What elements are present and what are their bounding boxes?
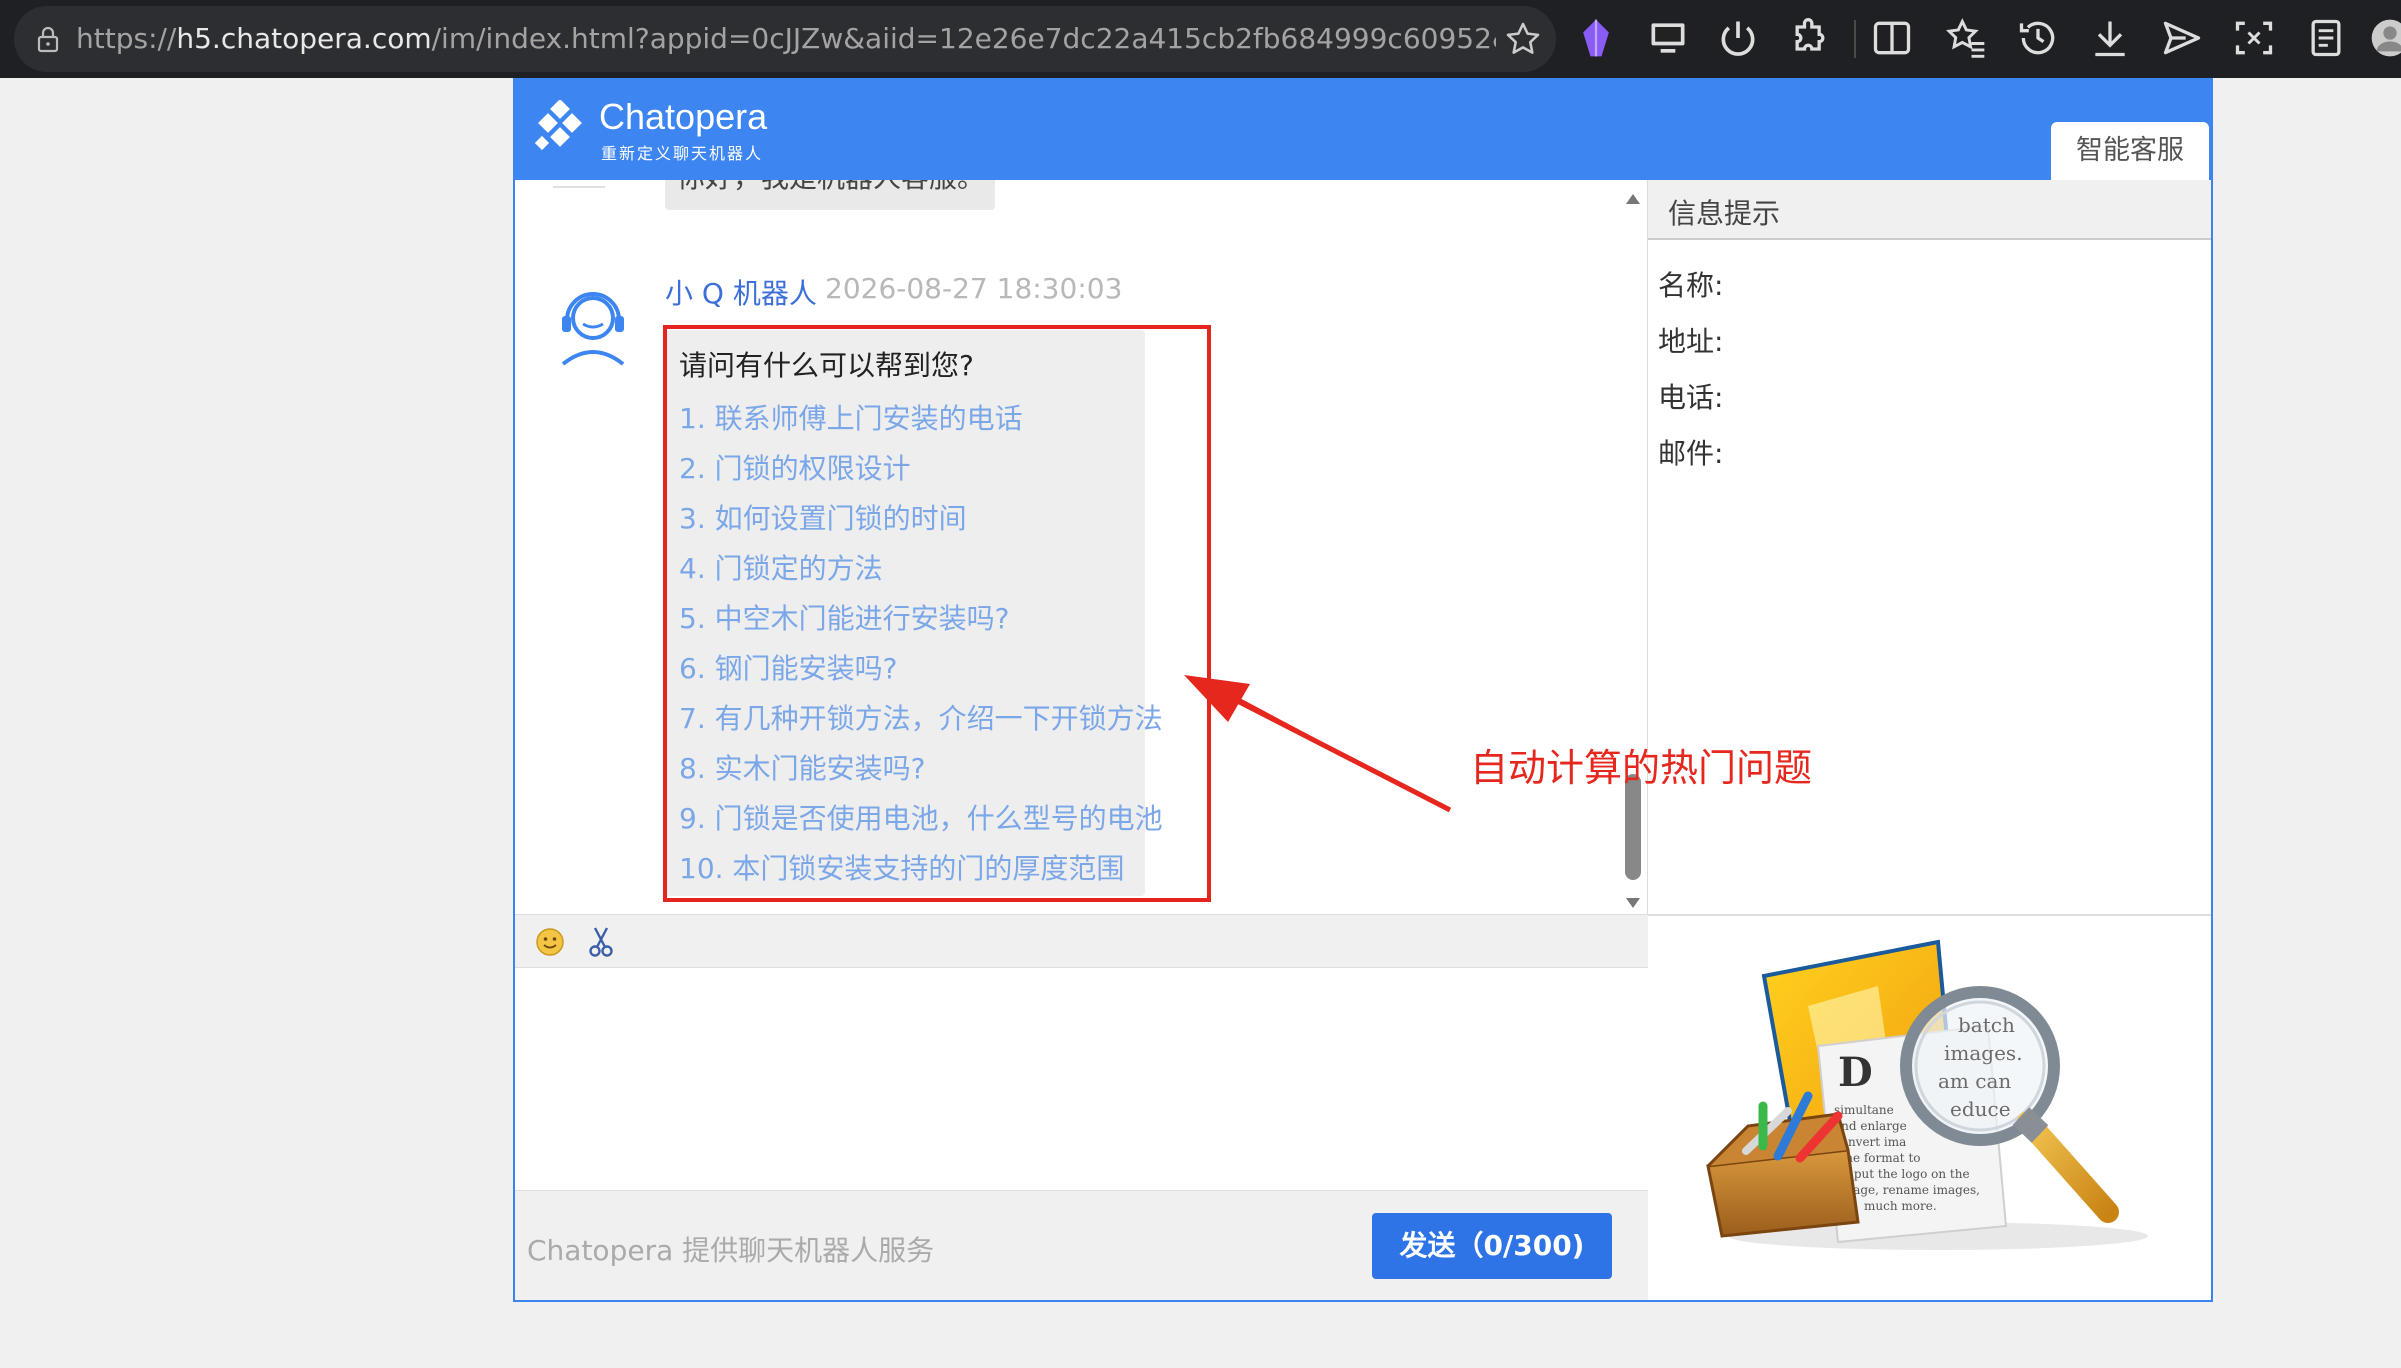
url-path: /im/index.html?appid=0cJJZw&aiid=12e26e7… [431, 22, 1496, 55]
chatopera-logo-icon [535, 100, 582, 151]
info-panel: 信息提示 名称: 地址: 电话: 邮件: [1648, 180, 2211, 914]
previous-avatar [553, 180, 605, 188]
reading-view-icon[interactable] [2304, 16, 2348, 60]
extension-gem-icon[interactable] [1574, 16, 1618, 60]
message-input[interactable] [517, 968, 1646, 1190]
bot-name: 小 Q 机器人 [665, 277, 817, 310]
power-icon[interactable] [1716, 16, 1760, 60]
chat-scrollbar[interactable] [1623, 194, 1643, 908]
composer-footer: Chatopera 提供聊天机器人服务 发送（0/300) [515, 1190, 1648, 1300]
info-address-label: 地址: [1658, 325, 1724, 358]
browser-toolbar: https://h5.chatopera.com/im/index.html?a… [0, 0, 2401, 78]
promo-text-line: to put the logo on the [1838, 1167, 1970, 1181]
previous-message-bubble: 你好，我是机器人客服。 [665, 180, 995, 210]
annotation-label: 自动计算的热门问题 [1470, 746, 1813, 790]
profile-avatar-icon[interactable] [2370, 16, 2401, 60]
bookmark-star-icon[interactable] [1504, 20, 1542, 58]
brand-name: Chatopera [599, 96, 768, 137]
url-prefix: https:// [76, 22, 177, 55]
promo-text-line: much more. [1864, 1199, 1937, 1213]
batch-image-tool-illustration: D simultane and enlarge convert ima one … [1706, 939, 2148, 1250]
widget-header: Chatopera 重新定义聊天机器人 智能客服 [515, 78, 2211, 180]
info-email-label: 邮件: [1658, 437, 1724, 470]
share-send-icon[interactable] [2160, 16, 2204, 60]
brand-tagline: 重新定义聊天机器人 [601, 144, 764, 163]
split-screen-icon[interactable] [1870, 16, 1914, 60]
bot-avatar-headset-icon [561, 292, 625, 366]
toolbar-divider [1854, 20, 1856, 58]
promo-text-line: image, rename images, [1838, 1183, 1980, 1197]
puzzle-extensions-icon[interactable] [1788, 16, 1832, 60]
emoji-icon[interactable] [535, 927, 565, 957]
info-panel-title: 信息提示 [1668, 197, 1781, 230]
lock-icon[interactable] [36, 25, 60, 53]
tab-smart-service[interactable]: 智能客服 [2051, 122, 2209, 180]
annotation-arrow-icon [1184, 675, 1452, 813]
monitor-icon[interactable] [1646, 16, 1690, 60]
scroll-down-arrow-icon[interactable] [1626, 898, 1640, 908]
scroll-up-arrow-icon[interactable] [1626, 194, 1640, 204]
promo-illustration: D simultane and enlarge convert ima one … [1648, 914, 2211, 1300]
address-bar[interactable]: https://h5.chatopera.com/im/index.html?a… [14, 6, 1556, 72]
scissors-screenshot-icon[interactable] [585, 925, 617, 959]
send-button[interactable]: 发送（0/300) [1372, 1213, 1612, 1279]
previous-message-text: 你好，我是机器人客服。 [677, 180, 985, 196]
message-timestamp: 2026-08-27 18:30:03 [825, 272, 1123, 305]
info-phone-label: 电话: [1658, 381, 1724, 414]
url-host: h5.chatopera.com [176, 22, 432, 55]
info-panel-header: 信息提示 [1648, 180, 2211, 240]
svg-text:D: D [1838, 1049, 1873, 1096]
promo-text-line: and enlarge [1834, 1119, 1907, 1133]
info-name-label: 名称: [1658, 269, 1724, 302]
downloads-icon[interactable] [2088, 16, 2132, 60]
promo-text-line: images. [1944, 1041, 2023, 1065]
promo-text-line: educe [1950, 1097, 2011, 1121]
url-text[interactable]: https://h5.chatopera.com/im/index.html?a… [76, 6, 1496, 72]
powered-by-text: Chatopera 提供聊天机器人服务 [527, 1234, 935, 1267]
screenshot-icon[interactable] [2232, 16, 2276, 60]
annotation-highlight-box [663, 325, 1211, 902]
promo-text-line: simultane [1834, 1103, 1894, 1117]
favorites-icon[interactable] [1944, 16, 1988, 60]
promo-text-line: am can [1938, 1069, 2011, 1093]
composer-toolbar [515, 914, 1648, 968]
promo-text-line: batch [1958, 1013, 2015, 1037]
history-icon[interactable] [2016, 16, 2060, 60]
